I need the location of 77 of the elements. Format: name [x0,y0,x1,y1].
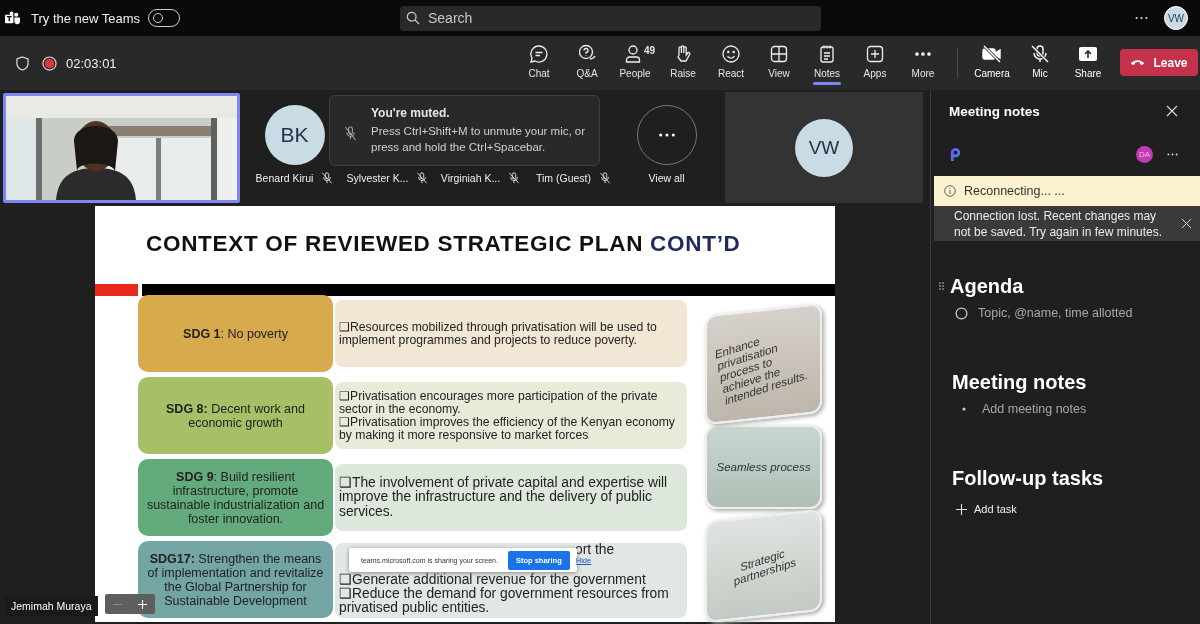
qa-button[interactable]: Q&A [563,36,611,90]
goal-text: SDG17: Strengthen the means of implementation and revitalize the Global Partnership for Sustainable Development [146,551,325,608]
shield-icon[interactable] [16,55,29,71]
people-button[interactable]: 49 People [611,36,659,90]
close-icon[interactable] [1166,105,1178,117]
mic-off-icon [1029,44,1051,64]
collaborator-avatar: DA [1136,145,1153,163]
section-heading: Agenda [950,274,1024,298]
bullet-text: ❑Generate additional revenue for the government [339,573,646,587]
view-button[interactable]: View [755,36,803,90]
participant-name: Tim (Guest) [536,172,591,184]
bullet-icon [962,407,966,411]
bullet-text: ❑Reduce the demand for government resources from privatised public entities. [339,587,670,615]
section-heading: Follow-up tasks [952,466,1104,490]
section-heading: Meeting notes [952,370,1087,394]
toast-message: Press Ctrl+Shift+M to unmute your mic, or press and hold the Ctrl+Spacebar. [371,124,587,155]
notes-placeholder[interactable]: Add meeting notes [982,402,1087,416]
phone-icon [1130,59,1146,66]
slide-title: CONTEXT OF REVIEWED STRATEGIC PLAN CONT’D [145,230,742,258]
more-options-icon[interactable] [1167,152,1178,156]
error-text: Connection lost. Recent changes may not be saved. Try again in few minutes. [954,207,1164,240]
apps-button[interactable]: Apps [851,36,899,90]
circle-icon [955,306,968,320]
smiley-icon [721,44,741,64]
mic-off-icon [344,126,357,141]
search-input[interactable]: Search [426,9,810,27]
participant-name: Virginiah K... [440,172,501,184]
camera-off-icon [981,44,1003,64]
goal-text: SDG 8: Decent work and economic growth [165,401,306,430]
chat-button[interactable]: Chat [515,36,563,90]
new-teams-label: Try the new Teams [31,10,141,26]
status-text: Reconnecting... ... [964,184,1065,198]
more-options-icon[interactable] [1135,16,1148,20]
bullet-text: ❑The involvement of private capital and expertise will improve the infrastructure and the delivery of public services. [339,475,669,520]
goal-text: SDG 1: No poverty [183,326,288,341]
bullet-text: ❑Privatisation improves the efficiency of the Kenyan economy by making it more responsive to market forces [339,415,675,442]
bullet-text: ❑Privatisation encourages more participation of the private sector in the economy. [339,389,659,416]
panel-title: Meeting notes [949,103,1040,119]
participant-name: Sylvester K... [346,172,409,184]
loop-logo-icon [949,146,962,162]
raise-button[interactable]: Raise [659,36,707,90]
bullet-text: ❑Resources mobilized through privatisation will be used to implement programmes and projects to reduce poverty. [339,320,658,347]
teams-logo-icon [4,10,21,26]
more-icon [915,52,931,56]
search-field[interactable]: Search [400,5,821,31]
chat-icon [529,44,549,64]
plus-icon [865,44,885,64]
meeting-timer: 02:03:01 [66,55,117,71]
share-button[interactable]: Share [1064,36,1112,90]
zoom-in-icon[interactable] [137,598,148,610]
search-icon [406,11,420,25]
participant-avatar: BK [264,105,325,165]
more-icon [657,133,676,137]
self-avatar: VW [795,118,853,177]
camera-button[interactable]: Camera [968,36,1016,90]
notes-button[interactable]: Notes [803,36,851,90]
grid-icon [769,44,789,64]
participant-name: Benard Kirui [255,172,314,184]
view-all-button[interactable]: View all [620,90,713,205]
info-icon [944,185,956,197]
toast-title: You're muted. [371,106,451,120]
agenda-placeholder[interactable]: Topic, @name, time allotted [978,306,1133,320]
goal-text: SDG 9: Build resilient infrastructure, promote sustainable industrialization and foster innovation. [145,469,326,526]
share-screen-icon [1077,44,1099,64]
react-button[interactable]: React [707,36,755,90]
notepad-icon [817,44,837,64]
add-task-button[interactable]: Add task [952,501,1017,517]
leave-button[interactable]: Leave [1120,49,1198,76]
drag-handle-icon[interactable] [939,282,944,290]
more-button[interactable]: More [899,36,947,90]
close-icon[interactable] [1181,218,1192,229]
presenter-name: Jemimah Muraya [5,596,98,616]
account-avatar[interactable]: VW [1164,6,1188,30]
accent-bar [95,284,138,296]
plus-icon [955,502,968,516]
mic-button[interactable]: Mic [1016,36,1064,90]
pillar-label: Seamless process [716,461,811,473]
